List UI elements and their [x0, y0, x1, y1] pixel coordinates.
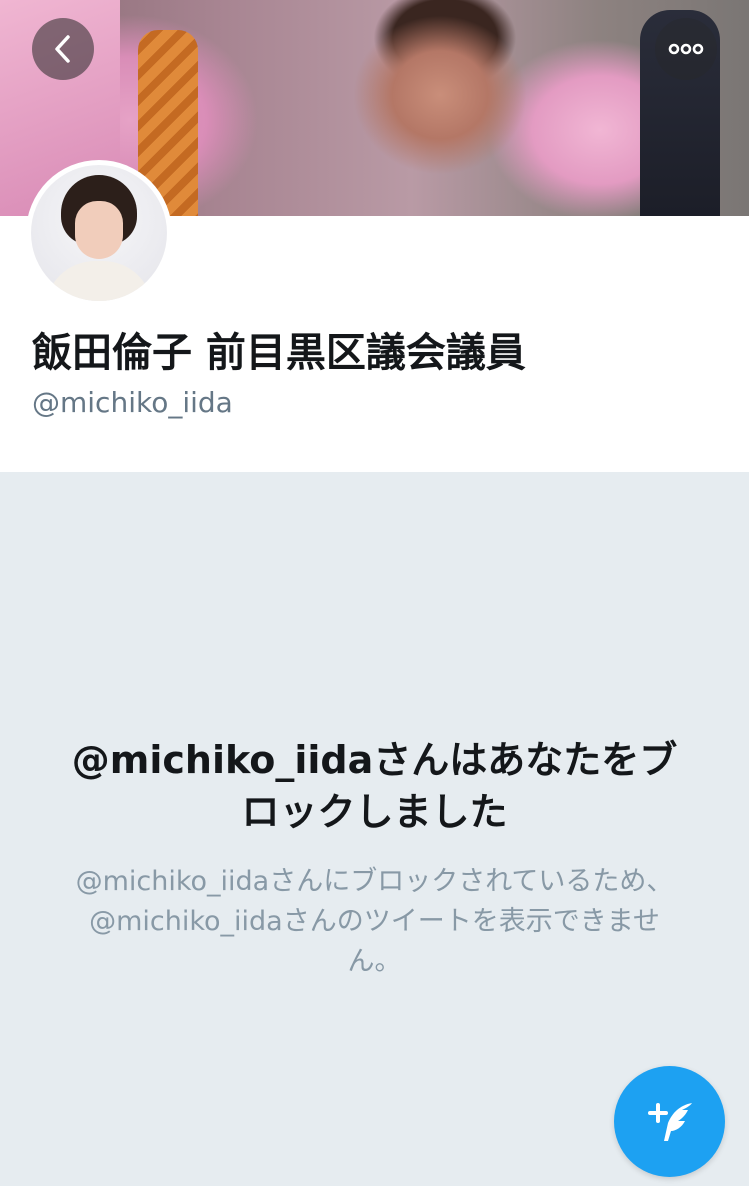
compose-tweet-icon [647, 1102, 692, 1141]
compose-tweet-button[interactable] [614, 1066, 725, 1177]
more-dots-icon [668, 43, 704, 55]
user-handle: @michiko_iida [32, 386, 233, 419]
avatar-photo-shape [75, 201, 123, 259]
avatar-image [31, 165, 167, 301]
blocked-notice-title: @michiko_iidaさんはあなたをブロックしました [71, 738, 678, 834]
avatar-photo-shape [45, 261, 153, 301]
chevron-left-icon [55, 35, 70, 63]
avatar[interactable] [26, 160, 172, 306]
more-options-button[interactable] [655, 18, 717, 80]
back-button[interactable] [32, 18, 94, 80]
display-name: 飯田倫子 前目黒区議会議員 [32, 330, 526, 376]
blocked-notice-description: @michiko_iidaさんにブロックされているため、@michiko_iid… [75, 866, 674, 977]
